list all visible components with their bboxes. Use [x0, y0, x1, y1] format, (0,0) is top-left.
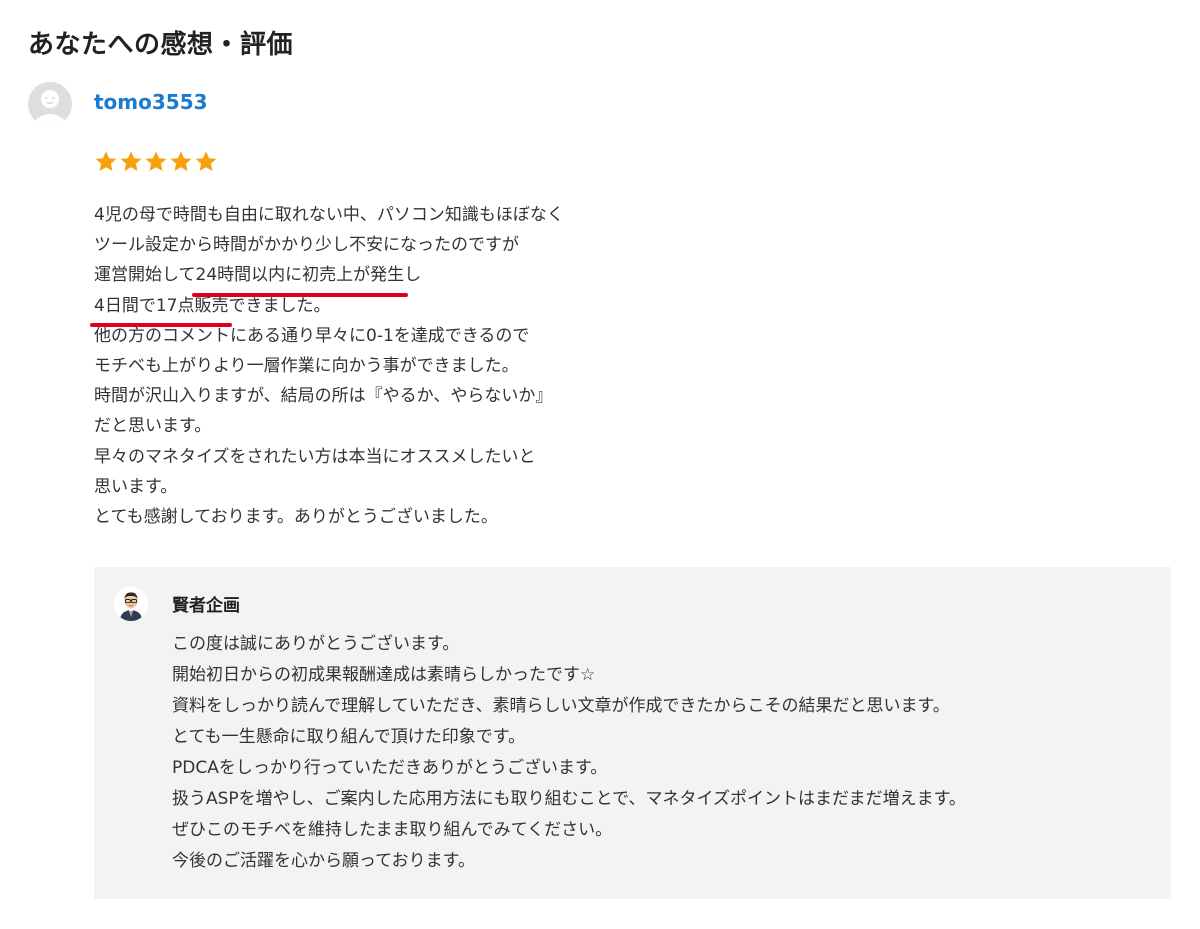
reply-line: この度は誠にありがとうございます。	[172, 634, 460, 654]
review-line: 4児の母で時間も自由に取れない中、パソコン知識もほぼなく	[94, 200, 564, 230]
reply-line: とても一生懸命に取り組んで頂けた印象です。	[172, 727, 526, 747]
review-line: だと思います。	[94, 411, 564, 441]
seller-reply-text: この度は誠にありがとうございます。開始初日からの初成果報酬達成は素晴らしかったで…	[172, 629, 966, 877]
review-text-segment: 運営開始して	[94, 265, 196, 286]
reply-line: PDCAをしっかり行っていただきありがとうございます。	[172, 758, 608, 778]
reply-line: 今後のご活躍を心から願っております。	[172, 851, 475, 871]
review-text-segment: できました。	[228, 295, 331, 316]
review-text-segment: とても感謝しております。ありがとうございました。	[94, 506, 498, 527]
review-line: モチベも上がりより一層作業に向かう事ができました。	[94, 351, 564, 381]
review-line: 思います。	[94, 472, 564, 502]
reviewer-name-link[interactable]: tomo3553	[94, 90, 208, 114]
star-icon	[170, 151, 192, 171]
review-text: 4児の母で時間も自由に取れない中、パソコン知識もほぼなく ツール設定から時間がかか…	[89, 200, 564, 532]
seller-avatar[interactable]	[114, 587, 148, 621]
seller-reply: 賢者企画 この度は誠にありがとうございます。開始初日からの初成果報酬達成は素晴ら…	[94, 567, 1171, 899]
review-text-segment: 思います。	[94, 476, 178, 497]
review-line: 時間が沢山入りますが、結局の所は『やるか、やらないか』	[94, 381, 564, 411]
review-text-segment: 4児の母で時間も自由に取れない中、パソコン知識もほぼなく	[94, 205, 564, 225]
review-text-segment: モチベも上がりより一層作業に向かう事ができました。	[94, 355, 519, 376]
review-text-segment: し	[404, 265, 422, 286]
review-text-segment: だと思います。	[94, 416, 212, 437]
highlighted-text: 24時間以内に初売上が発生	[191, 260, 408, 297]
star-icon	[195, 151, 217, 171]
reply-line: ぜひこのモチベを維持したまま取り組んでみてください。	[172, 820, 613, 840]
reply-line: 資料をしっかり読んで理解していただき、素晴らしい文章が作成できたからこその結果だ…	[172, 696, 950, 716]
review-line: 早々のマネタイズをされたい方は本当にオススメしたいと	[94, 442, 564, 472]
review-text-segment: 他の方のコメントにある通り早々に0-1を達成できるので	[94, 325, 530, 346]
rating-stars	[94, 150, 218, 174]
seller-portrait-avatar	[114, 587, 148, 621]
reply-line: 扱うASPを増やし、ご案内した応用方法にも取り組むことで、マネタイズポイントはま…	[172, 789, 966, 809]
reviewer-avatar[interactable]	[28, 82, 72, 126]
review-text-segment: 早々のマネタイズをされたい方は本当にオススメしたいと	[94, 446, 536, 467]
section-title: あなたへの感想・評価	[28, 30, 294, 60]
star-icon	[145, 151, 167, 171]
review-line: とても感謝しております。ありがとうございました。	[94, 502, 564, 532]
review-line: 運営開始して24時間以内に初売上が発生し	[94, 260, 564, 297]
star-icon	[95, 151, 117, 171]
reply-line: 開始初日からの初成果報酬達成は素晴らしかったです☆	[172, 665, 596, 685]
star-icon	[120, 151, 142, 171]
seller-name: 賢者企画	[172, 596, 240, 616]
default-user-avatar-icon	[28, 82, 72, 126]
review-line: ツール設定から時間がかかり少し不安になったのですが	[94, 230, 564, 260]
highlighted-text: 4日間で17点販売	[89, 291, 233, 328]
review-text-segment: 時間が沢山入りますが、結局の所は『やるか、やらないか』	[94, 386, 553, 407]
review-text-segment: ツール設定から時間がかかり少し不安になったのですが	[94, 235, 519, 256]
review-page: あなたへの感想・評価 tomo3553 4児の母で時間も自由に取れない中、パソコ…	[0, 0, 1200, 929]
